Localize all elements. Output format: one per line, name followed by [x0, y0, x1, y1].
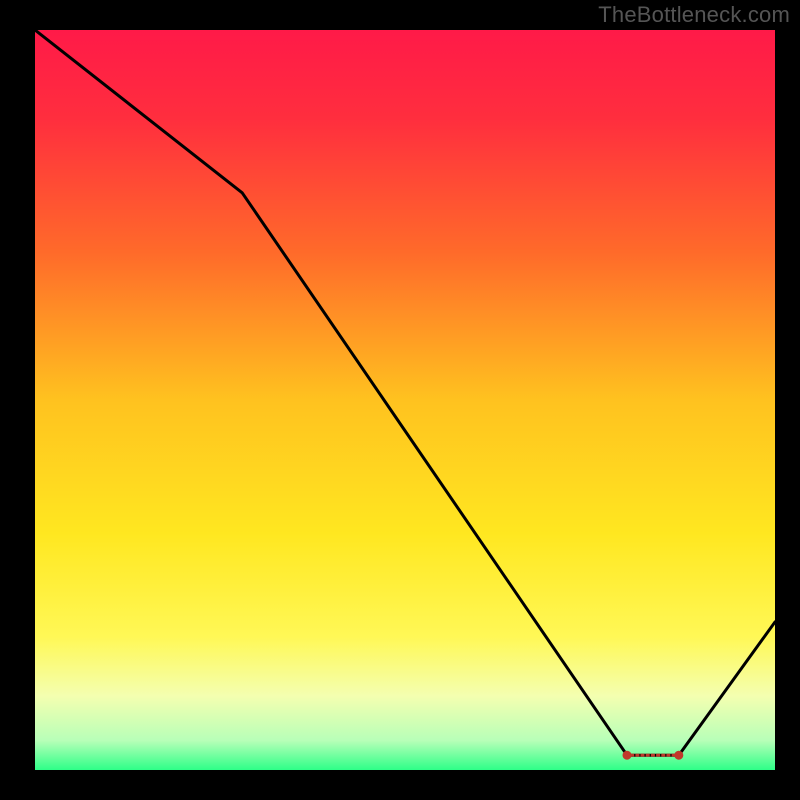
chart-svg: [35, 30, 775, 770]
gradient-background: [35, 30, 775, 770]
chart-frame: TheBottleneck.com: [0, 0, 800, 800]
watermark-text: TheBottleneck.com: [598, 2, 790, 28]
plot-area: [35, 30, 775, 770]
